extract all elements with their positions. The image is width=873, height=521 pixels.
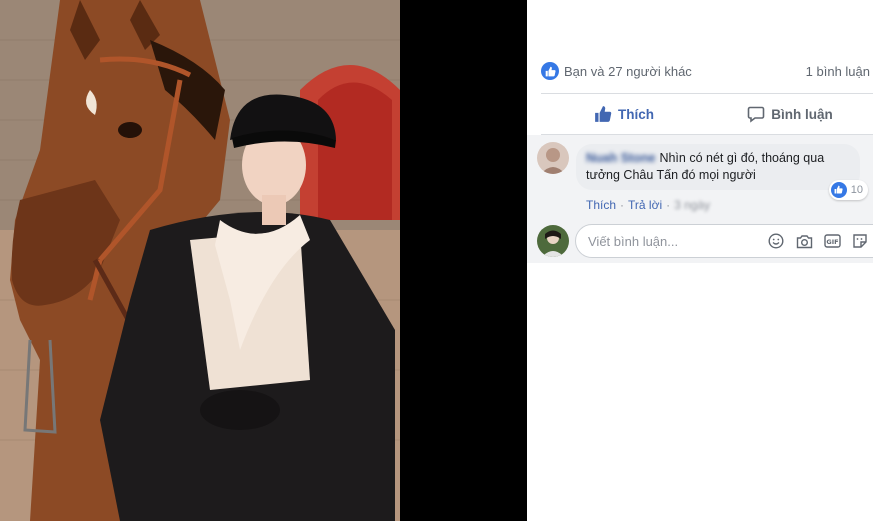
- speech-bubble-icon: [747, 105, 765, 123]
- comment-like-count[interactable]: 10: [828, 179, 868, 200]
- post-photo[interactable]: [0, 0, 400, 521]
- svg-text:GIF: GIF: [826, 238, 838, 246]
- comment-like-link[interactable]: Thích: [586, 198, 616, 212]
- like-reaction-icon: [830, 181, 847, 198]
- separator: ·: [666, 198, 671, 212]
- comment-reply-link[interactable]: Trả lời: [628, 198, 662, 212]
- divider: [541, 93, 873, 94]
- thumbs-up-icon: [594, 105, 612, 123]
- comment-button-label: Bình luận: [771, 106, 833, 122]
- comment-actions: Thích · Trả lời · 3 ngày: [586, 198, 710, 212]
- comment-button[interactable]: Bình luận: [707, 95, 873, 133]
- comment-input[interactable]: [588, 233, 758, 249]
- commenter-avatar[interactable]: [537, 142, 569, 174]
- post-side-panel: Bạn và 27 người khác 1 bình luận Thích B…: [527, 0, 873, 521]
- comments-count[interactable]: 1 bình luận: [806, 64, 870, 79]
- gif-icon[interactable]: GIF: [818, 231, 846, 251]
- like-reaction-icon: [541, 62, 559, 80]
- separator: ·: [620, 198, 625, 212]
- smiley-icon[interactable]: [762, 231, 790, 251]
- sticker-icon[interactable]: [846, 231, 873, 251]
- photo-viewer: [0, 0, 527, 521]
- reactions-summary: Bạn và 27 người khác 1 bình luận: [541, 60, 870, 82]
- comments-section: Nuah Stone Nhìn có nét gì đó, thoáng qua …: [527, 135, 873, 263]
- like-button[interactable]: Thích: [541, 95, 707, 133]
- camera-icon[interactable]: [790, 231, 818, 251]
- comment-author[interactable]: Nuah Stone: [586, 151, 655, 165]
- comment-timestamp[interactable]: 3 ngày: [674, 198, 710, 212]
- user-avatar[interactable]: [537, 225, 569, 257]
- comment-bubble: Nuah Stone Nhìn có nét gì đó, thoáng qua …: [576, 144, 868, 200]
- post-actions: Thích Bình luận: [541, 95, 873, 133]
- composer-icons: GIF: [762, 231, 873, 251]
- photo-illustration: [0, 0, 400, 521]
- reactions-count[interactable]: Bạn và 27 người khác: [564, 64, 806, 79]
- comment-composer: GIF: [537, 224, 873, 258]
- like-button-label: Thích: [618, 106, 654, 122]
- comment-input-box[interactable]: GIF: [575, 224, 873, 258]
- comment-like-number: 10: [850, 183, 863, 196]
